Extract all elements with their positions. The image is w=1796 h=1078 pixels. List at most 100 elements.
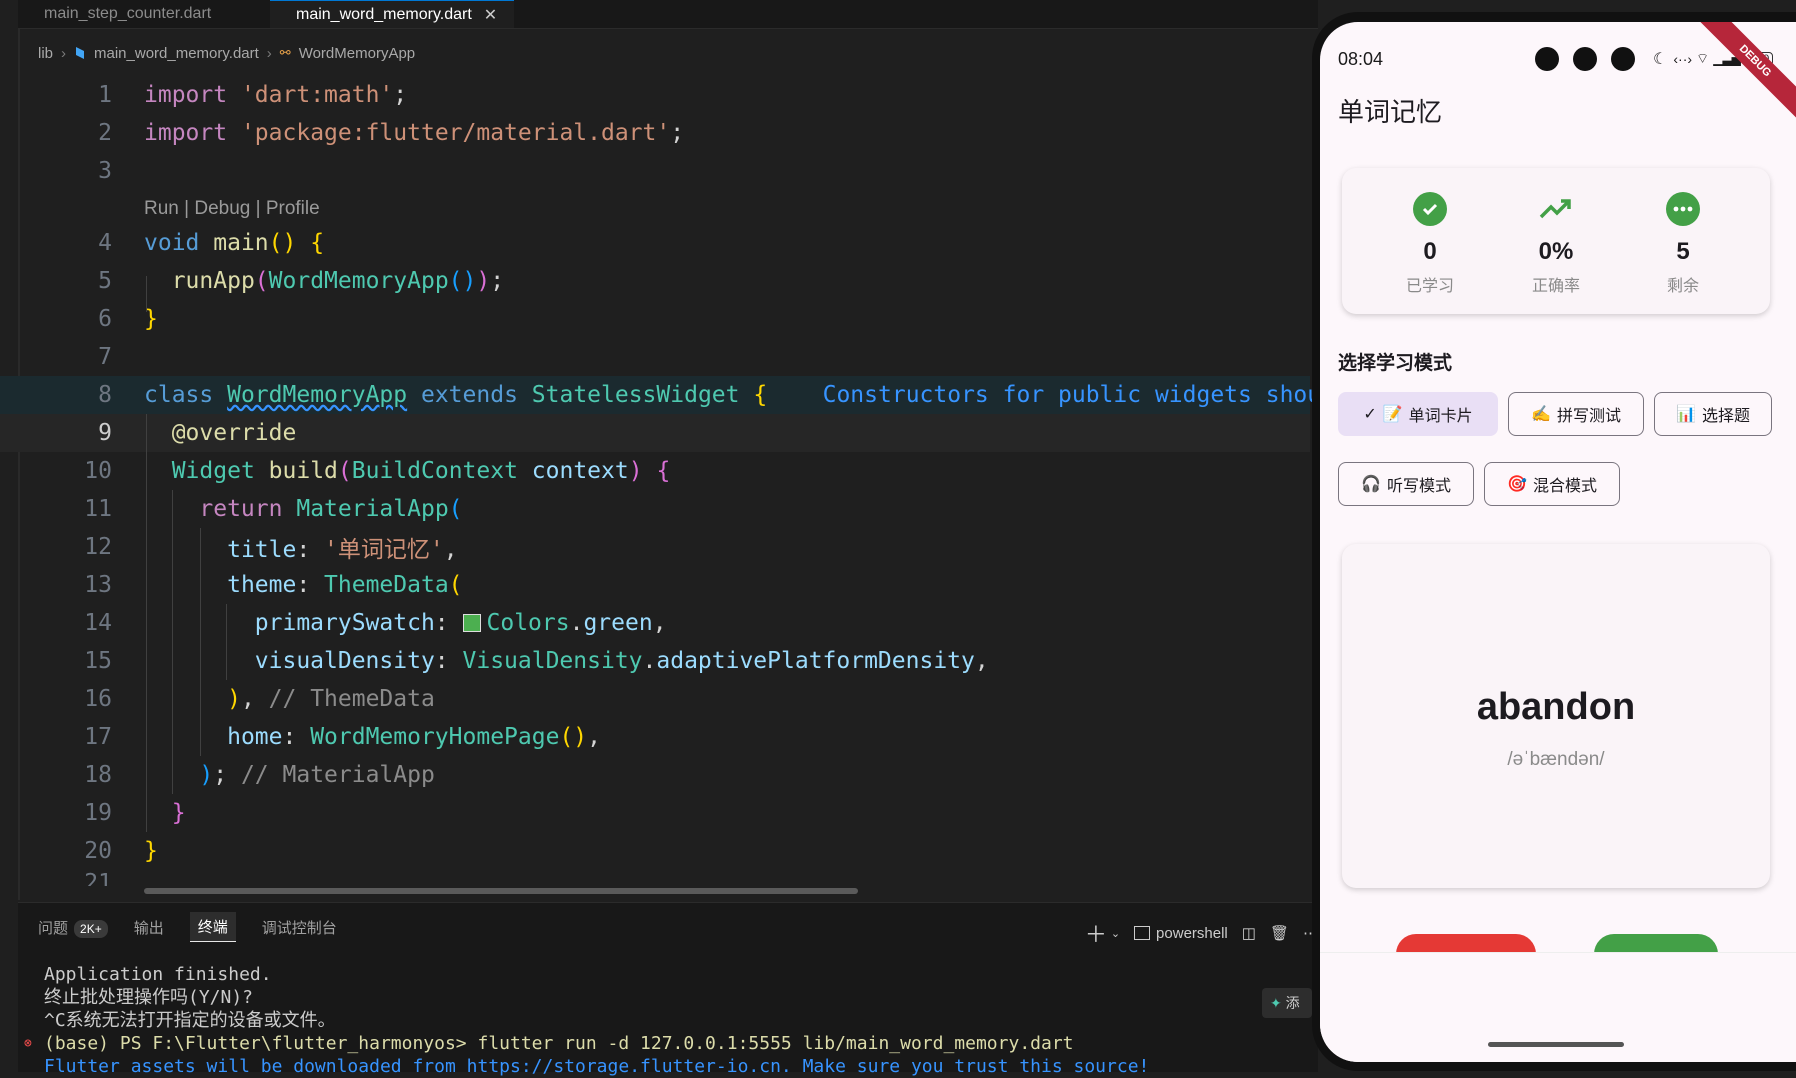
stat-remaining: 5 剩余 bbox=[1633, 192, 1733, 296]
code-text: theme: ThemeData( bbox=[227, 572, 463, 598]
indent-guide bbox=[172, 490, 173, 794]
mode-chip-flashcard[interactable]: ✓ 📝 单词卡片 bbox=[1338, 392, 1498, 436]
wifi-icon: ⌔ bbox=[1696, 50, 1710, 66]
code-line: 15 visualDensity: VisualDensity.adaptive… bbox=[0, 642, 1310, 680]
stat-label: 已学习 bbox=[1405, 278, 1454, 295]
breadcrumb-symbol[interactable]: WordMemoryApp bbox=[299, 45, 415, 62]
terminal-line: ^C系统无法打开指定的设备或文件。 bbox=[44, 1010, 336, 1031]
home-indicator[interactable] bbox=[1488, 1042, 1624, 1047]
line-number: 11 bbox=[84, 496, 112, 522]
trending-up-icon bbox=[1539, 192, 1573, 226]
code-lens[interactable]: Run | Debug | Profile bbox=[144, 198, 320, 220]
chevron-right-icon: › bbox=[61, 44, 67, 62]
code-line: 5 runApp(WordMemoryApp()); bbox=[0, 262, 1310, 300]
line-number: 2 bbox=[98, 120, 112, 146]
split-terminal-icon[interactable]: ◫ bbox=[1242, 924, 1256, 942]
chip-label: 听写模式 bbox=[1386, 478, 1451, 495]
horizontal-scrollbar[interactable] bbox=[144, 888, 858, 894]
color-swatch-icon[interactable] bbox=[462, 614, 481, 632]
stats-card: 0 已学习 0% 正确率 5 剩余 bbox=[1342, 168, 1770, 314]
code-line: 9 @override bbox=[0, 414, 1310, 452]
word-flashcard[interactable]: abandon /əˈbændən/ bbox=[1342, 544, 1770, 888]
breadcrumb-folder[interactable]: lib bbox=[38, 45, 53, 62]
terminal-output[interactable]: Application finished. 终止批处理操作吗(Y/N)? ^C系… bbox=[24, 963, 1150, 1078]
stat-value: 5 bbox=[1676, 238, 1690, 265]
line-number: 12 bbox=[84, 534, 112, 560]
code-text: home: WordMemoryHomePage(), bbox=[227, 724, 601, 750]
status-time: 08:04 bbox=[1338, 48, 1384, 69]
mode-chip-multiple-choice[interactable]: 📊 选择题 bbox=[1654, 392, 1772, 436]
line-number: 7 bbox=[98, 344, 112, 370]
check-circle-icon bbox=[1413, 192, 1447, 226]
code-line: 6 } bbox=[0, 300, 1310, 338]
tab-terminal[interactable]: 终端 bbox=[189, 912, 236, 942]
stat-label: 正确率 bbox=[1531, 278, 1580, 295]
line-number: 10 bbox=[84, 458, 112, 484]
tab-debug-console[interactable]: 调试控制台 bbox=[262, 917, 337, 938]
code-line: 8 class WordMemoryApp extends StatelessW… bbox=[0, 376, 1349, 414]
line-number: 1 bbox=[98, 82, 112, 108]
add-to-chat-button[interactable]: ✦ 添 bbox=[1262, 988, 1312, 1018]
stat-label: 剩余 bbox=[1666, 278, 1699, 295]
code-text: runApp(WordMemoryApp()); bbox=[171, 268, 505, 294]
tab-label: main_step_counter.dart bbox=[44, 5, 212, 22]
sparkle-icon: ✦ bbox=[1270, 994, 1282, 1011]
breadcrumb: lib › main_word_memory.dart › ⚯ WordMemo… bbox=[38, 42, 415, 64]
code-text: ), // ThemeData bbox=[227, 686, 435, 712]
code-line: 3 bbox=[0, 152, 1310, 190]
chip-label: 混合模式 bbox=[1532, 478, 1597, 495]
mode-chip-dictation[interactable]: 🎧 听写模式 bbox=[1338, 462, 1474, 506]
more-horiz-icon bbox=[1666, 192, 1700, 226]
terminal-icon bbox=[1134, 926, 1151, 940]
tab-problems[interactable]: 问题 2K+ bbox=[38, 917, 108, 938]
tab-main-step-counter[interactable]: main_step_counter.dart bbox=[18, 0, 228, 28]
editor-tab-bar: main_step_counter.dart main_word_memory.… bbox=[18, 0, 1318, 29]
code-text: import 'package:flutter/material.dart'; bbox=[144, 120, 685, 146]
line-number: 9 bbox=[98, 420, 112, 446]
indent-guide bbox=[146, 414, 147, 832]
line-number: 4 bbox=[98, 230, 112, 256]
trash-icon[interactable]: 🗑 bbox=[1270, 924, 1289, 942]
bar-chart-icon: 📊 bbox=[1676, 406, 1696, 423]
code-line: 17 home: WordMemoryHomePage(), bbox=[0, 718, 1310, 756]
chevron-down-icon[interactable]: ⌄ bbox=[1111, 927, 1120, 940]
stat-learned: 0 已学习 bbox=[1380, 192, 1480, 296]
code-editor[interactable]: 1 import 'dart:math'; 2 import 'package:… bbox=[0, 76, 1349, 896]
chip-label: 拼写测试 bbox=[1556, 408, 1621, 425]
class-symbol-icon: ⚯ bbox=[279, 45, 291, 60]
shell-name[interactable]: powershell bbox=[1156, 925, 1228, 942]
line-number: 21 bbox=[84, 870, 112, 886]
error-dot-icon: ⊗ bbox=[24, 1036, 32, 1051]
code-line: 18 ); // MaterialApp bbox=[0, 756, 1310, 794]
mode-chip-mixed[interactable]: 🎯 混合模式 bbox=[1484, 462, 1620, 506]
phonetic-text: /əˈbændən/ bbox=[1507, 749, 1605, 770]
code-line: 16 ), // ThemeData bbox=[0, 680, 1310, 718]
close-icon[interactable]: ✕ bbox=[484, 5, 497, 25]
tab-output[interactable]: 输出 bbox=[134, 917, 164, 938]
line-number: 3 bbox=[98, 158, 112, 184]
code-line: 2 import 'package:flutter/material.dart'… bbox=[0, 114, 1310, 152]
camera-icon bbox=[1611, 47, 1636, 71]
add-terminal-icon[interactable]: ＋ bbox=[1085, 917, 1107, 949]
phone-screen: 08:04 ☾ ‹··› ⌔ ▁▃▅ 100 DEBUG 单词记忆 0 已学习 … bbox=[1320, 22, 1796, 1062]
code-text: visualDensity: VisualDensity.adaptivePla… bbox=[254, 648, 989, 674]
code-text: ); // MaterialApp bbox=[199, 762, 435, 788]
code-line: 11 return MaterialApp( bbox=[0, 490, 1310, 528]
app-title: 单词记忆 bbox=[1338, 97, 1443, 127]
code-line: 12 title: '单词记忆', bbox=[0, 528, 1310, 566]
stat-value: 0 bbox=[1423, 238, 1437, 265]
code-text: } bbox=[144, 838, 158, 864]
button-label: 添 bbox=[1285, 995, 1300, 1011]
code-line: 19 } bbox=[0, 794, 1310, 832]
code-text: class WordMemoryApp extends StatelessWid… bbox=[144, 382, 1349, 408]
tab-main-word-memory[interactable]: main_word_memory.dart ✕ bbox=[270, 0, 514, 28]
camera-icon bbox=[1535, 47, 1560, 71]
breadcrumb-file[interactable]: main_word_memory.dart bbox=[94, 45, 259, 62]
terminal-line: (base) PS F:\Flutter\flutter_harmonyos> … bbox=[44, 1033, 1074, 1054]
indent-guide bbox=[226, 604, 227, 680]
status-bar: 08:04 ☾ ‹··› ⌔ ▁▃▅ 100 bbox=[1338, 44, 1788, 74]
mode-chip-spelling[interactable]: ✍️ 拼写测试 bbox=[1508, 392, 1644, 436]
memo-icon: 📝 bbox=[1382, 406, 1403, 423]
stat-value: 0% bbox=[1538, 238, 1574, 265]
terminal-line: Flutter assets will be downloaded from h… bbox=[44, 1056, 1150, 1077]
